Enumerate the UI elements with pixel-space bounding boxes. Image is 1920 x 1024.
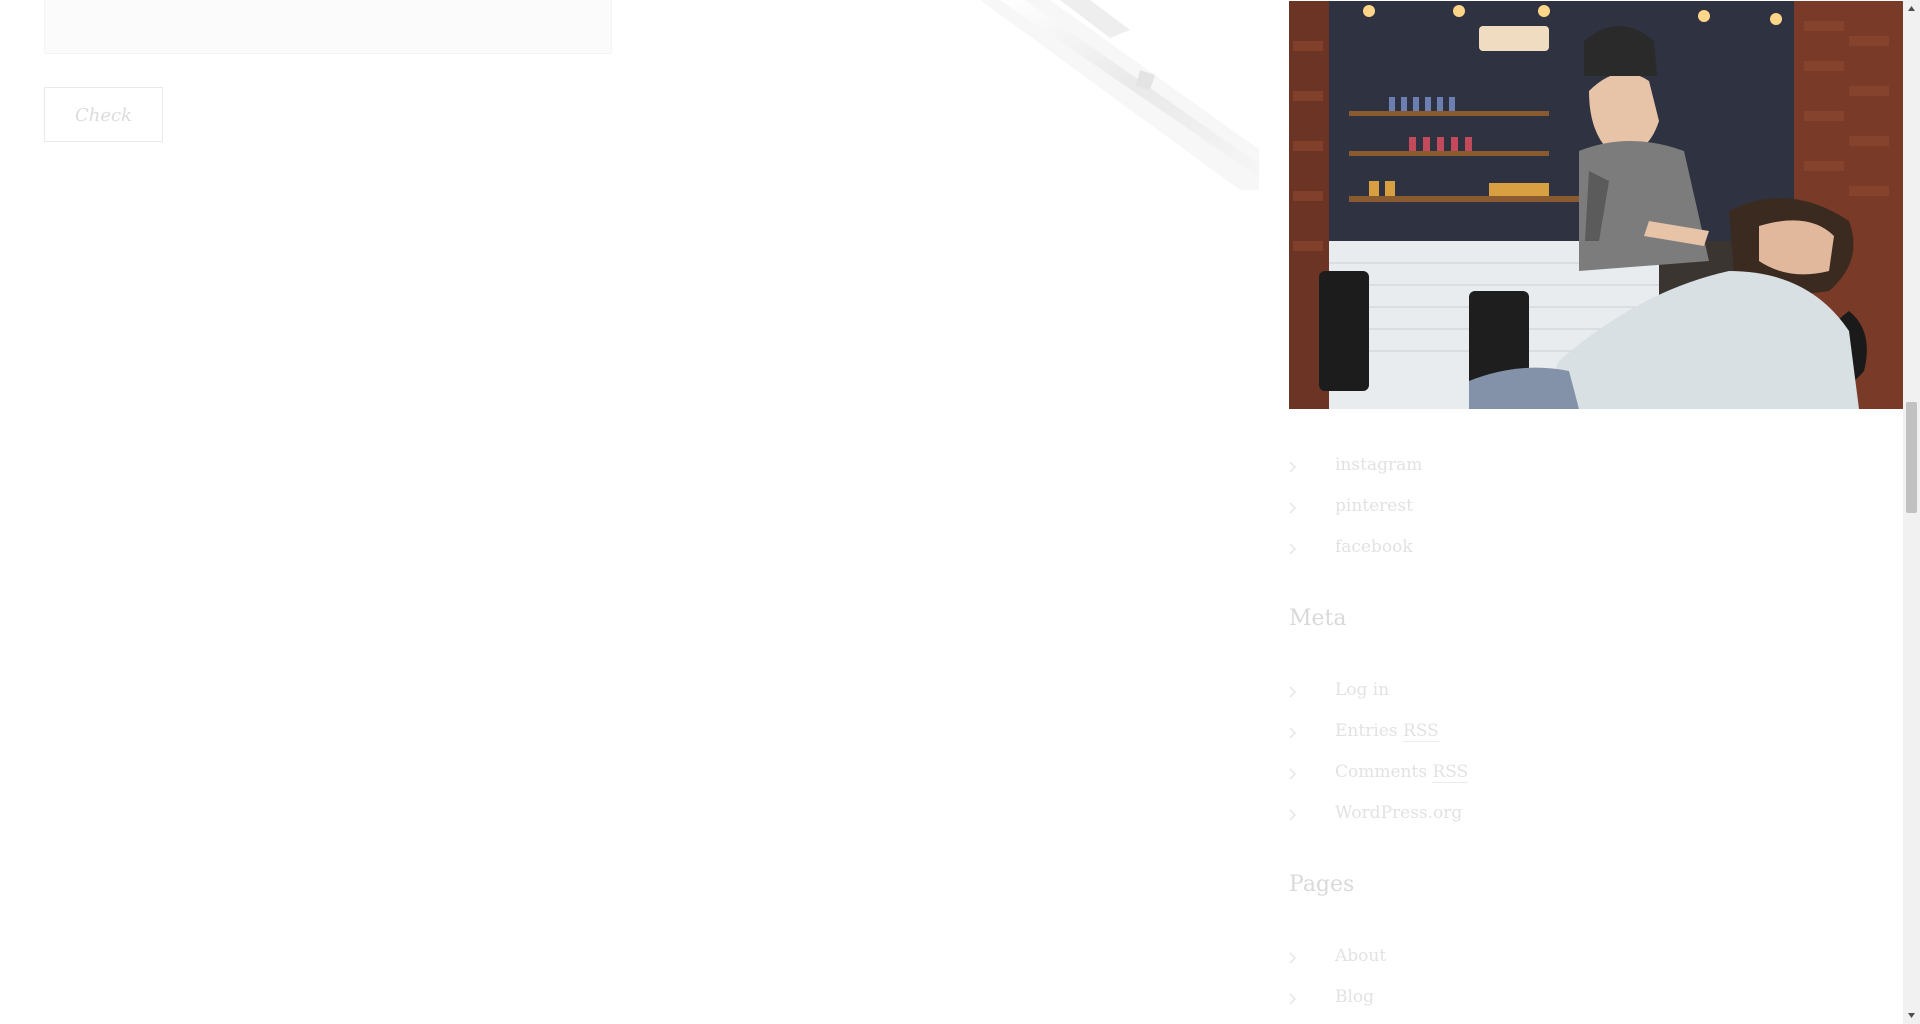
main-content: Check xyxy=(0,0,1259,1024)
chevron-right-icon xyxy=(1289,809,1297,821)
page: Check instagram pinterest facebook Meta … xyxy=(0,0,1920,1024)
barber-shop-photo xyxy=(1289,1,1903,409)
page-link-blog[interactable]: Blog xyxy=(1335,987,1374,1007)
scroll-down-arrow-icon[interactable] xyxy=(1903,1007,1920,1024)
chevron-right-icon xyxy=(1289,727,1297,739)
sidebar: instagram pinterest facebook Meta Log in… xyxy=(1289,0,1903,1024)
meta-link-login[interactable]: Log in xyxy=(1335,680,1389,700)
social-link-facebook[interactable]: facebook xyxy=(1335,537,1413,557)
rss-abbr: RSS xyxy=(1402,721,1439,742)
chevron-right-icon xyxy=(1289,952,1297,964)
rss-abbr: RSS xyxy=(1432,762,1469,783)
link-label: Entries xyxy=(1335,721,1403,741)
scroll-up-arrow-icon[interactable] xyxy=(1903,0,1920,17)
meta-widget-title: Meta xyxy=(1289,606,1347,631)
chevron-right-icon xyxy=(1289,686,1297,698)
chevron-right-icon xyxy=(1289,993,1297,1005)
social-link-instagram[interactable]: instagram xyxy=(1335,455,1422,475)
social-link-pinterest[interactable]: pinterest xyxy=(1335,496,1413,516)
page-link-about[interactable]: About xyxy=(1335,946,1386,966)
chevron-right-icon xyxy=(1289,768,1297,780)
pages-widget-title: Pages xyxy=(1289,872,1355,897)
scrollbar-thumb[interactable] xyxy=(1906,402,1917,513)
chevron-right-icon xyxy=(1289,461,1297,473)
meta-link-entries-rss[interactable]: Entries RSS xyxy=(1335,721,1439,742)
vertical-scrollbar[interactable] xyxy=(1903,0,1920,1024)
chevron-right-icon xyxy=(1289,543,1297,555)
comment-textarea[interactable] xyxy=(44,0,612,54)
meta-link-wordpress[interactable]: WordPress.org xyxy=(1335,803,1462,823)
chevron-right-icon xyxy=(1289,502,1297,514)
meta-link-comments-rss[interactable]: Comments RSS xyxy=(1335,762,1469,783)
link-label: Comments xyxy=(1335,762,1433,782)
check-button[interactable]: Check xyxy=(44,87,163,142)
decorative-brush-image xyxy=(980,0,1259,190)
